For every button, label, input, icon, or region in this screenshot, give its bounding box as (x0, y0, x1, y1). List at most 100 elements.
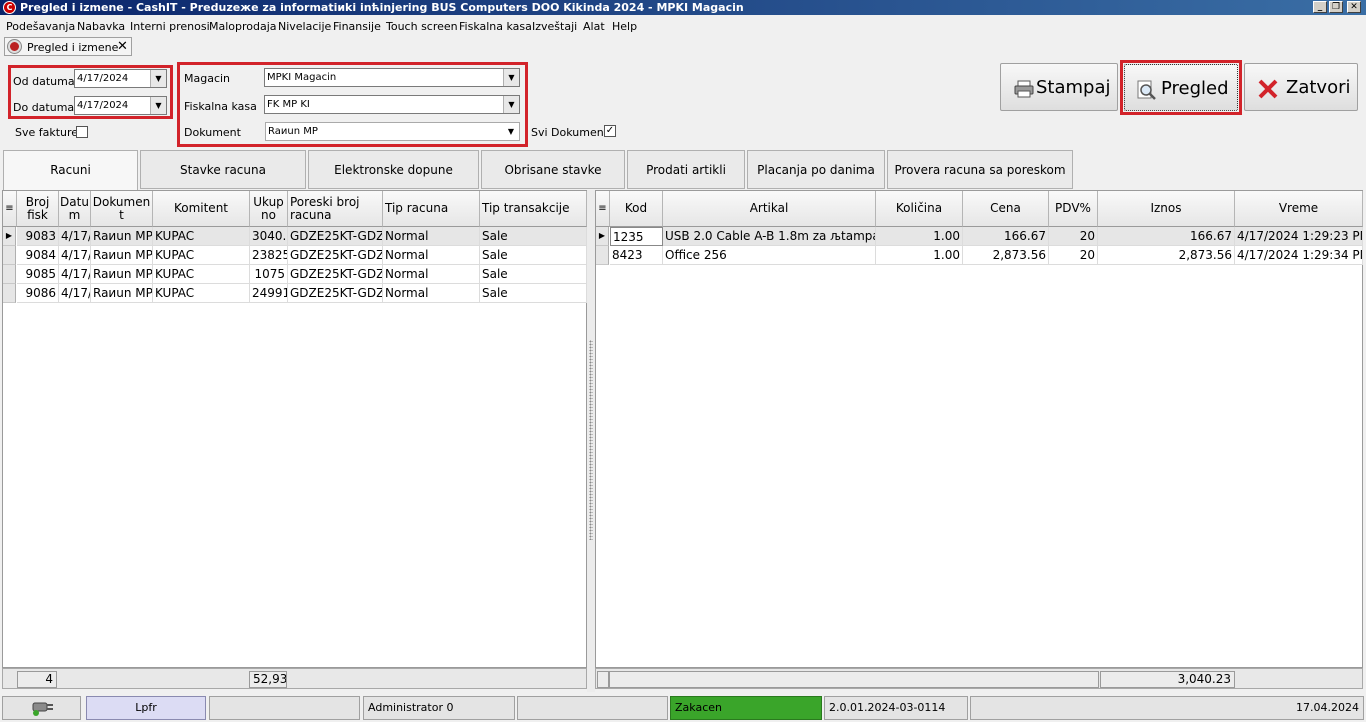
window-title: Pregled i izmene - CashIT - Preduzeжe za… (20, 1, 744, 14)
window-titlebar: C Pregled i izmene - CashIT - Preduzeжe … (0, 0, 1366, 15)
chevron-down-icon[interactable]: ▼ (503, 96, 519, 113)
cell-kod[interactable]: 1235 (610, 227, 663, 246)
menu-interni-prenosi[interactable]: Interni prenosi (130, 20, 210, 33)
grid-menu-icon[interactable]: ≡ (596, 191, 610, 227)
chevron-down-icon[interactable]: ▼ (150, 97, 166, 114)
col-header-broj-fisk[interactable]: Broj fisk (17, 191, 59, 227)
racuni-grid[interactable]: ≡ Broj fisk Datu m Dokumen t Komitent Uk… (2, 190, 587, 668)
cell-tip-transakcije: Sale (480, 246, 587, 265)
col-header-ukupno[interactable]: Ukup no (250, 191, 288, 227)
restore-button[interactable]: ❐ (1329, 1, 1343, 13)
close-window-button[interactable]: ✕ (1347, 1, 1361, 13)
close-tab-icon[interactable]: ✕ (117, 39, 128, 54)
col-header-poreski-broj[interactable]: Poreski broj racuna (288, 191, 383, 227)
cell-vreme: 4/17/2024 1:29:23 PM (1235, 227, 1363, 246)
row-selector[interactable] (3, 284, 16, 303)
tab-racuni[interactable]: Racuni (3, 150, 138, 190)
svi-dokumenti-label: Svi Dokumenti (531, 126, 612, 139)
pregled-button[interactable]: Pregled (1124, 64, 1238, 111)
table-row[interactable]: 9085 4/17/2024 Raиun MP KUPAC 1075 GDZE2… (17, 265, 587, 284)
svi-dokumenti-checkbox[interactable]: ✓ (604, 125, 616, 137)
cell-tip-transakcije: Sale (480, 284, 587, 303)
col-header-tip-racuna[interactable]: Tip racuna (383, 191, 480, 227)
row-selector[interactable] (596, 246, 609, 265)
cell-tip-transakcije: Sale (480, 265, 587, 284)
sve-fakture-checkbox[interactable] (76, 126, 88, 138)
zatvori-button[interactable]: Zatvori (1244, 63, 1358, 111)
cell-ukupno: 23825 (250, 246, 288, 265)
printer-icon (1014, 80, 1034, 98)
menu-nabavka[interactable]: Nabavka (77, 20, 125, 33)
lpfr-button[interactable]: Lpfr (86, 696, 206, 720)
col-header-vreme[interactable]: Vreme (1235, 191, 1363, 227)
table-row[interactable]: 1235 USB 2.0 Cable A-B 1.8m za љtampaиe … (610, 227, 1363, 246)
chevron-down-icon[interactable]: ▼ (503, 123, 519, 140)
col-header-kod[interactable]: Kod (610, 191, 663, 227)
menu-maloprodaja[interactable]: Maloprodaja (209, 20, 277, 33)
od-datuma-label: Od datuma (13, 75, 75, 88)
menu-finansije[interactable]: Finansije (333, 20, 381, 33)
col-header-kolicina[interactable]: Količina (876, 191, 963, 227)
menu-fiskalna-kasa[interactable]: Fiskalna kasa (459, 20, 532, 33)
tab-placanja-po-danima[interactable]: Placanja po danima (747, 150, 885, 189)
col-header-dokument[interactable]: Dokumen t (91, 191, 153, 227)
menu-alat[interactable]: Alat (583, 20, 605, 33)
dokument-value: Raиun MP (268, 126, 318, 137)
col-header-artikal[interactable]: Artikal (663, 191, 876, 227)
table-row[interactable]: 9084 4/17/2024 Raиun MP KUPAC 23825 GDZE… (17, 246, 587, 265)
chevron-down-icon[interactable]: ▼ (503, 69, 519, 86)
cell-tip-racuna: Normal (383, 284, 480, 303)
menu-nivelacije[interactable]: Nivelacije (278, 20, 331, 33)
minimize-button[interactable]: _ (1313, 1, 1327, 13)
col-header-tip-transakcije[interactable]: Tip transakcije (480, 191, 587, 227)
grid-menu-icon[interactable]: ≡ (3, 191, 17, 227)
col-header-komitent[interactable]: Komitent (153, 191, 250, 227)
cell-pdv: 20 (1049, 227, 1098, 246)
status-connection[interactable] (2, 696, 81, 720)
chevron-down-icon[interactable]: ▼ (150, 70, 166, 87)
col-header-datum[interactable]: Datu m (59, 191, 91, 227)
menu-izvestaji[interactable]: Izveštaji (532, 20, 577, 33)
tab-provera-racuna[interactable]: Provera racuna sa poreskom (887, 150, 1073, 189)
cell-komitent: KUPAC (153, 265, 250, 284)
tab-stavke-racuna[interactable]: Stavke racuna (140, 150, 306, 189)
stavke-grid[interactable]: ≡ Kod Artikal Količina Cena PDV% Iznos V… (595, 190, 1363, 668)
dokument-select[interactable]: Raиun MP ▼ (265, 122, 520, 141)
col-header-pdv[interactable]: PDV% (1049, 191, 1098, 227)
od-datuma-picker[interactable]: 4/17/2024 ▼ (74, 69, 167, 88)
row-pointer-icon[interactable]: ▶ (596, 227, 609, 246)
row-selector[interactable] (3, 246, 16, 265)
cell-komitent: KUPAC (153, 227, 250, 246)
tab-prodati-artikli[interactable]: Prodati artikli (627, 150, 745, 189)
col-header-cena[interactable]: Cena (963, 191, 1049, 227)
table-row[interactable]: 9083 4/17/2024 Raиun MP KUPAC 3040.23 GD… (17, 227, 587, 246)
table-row[interactable]: 8423 Office 256 1.00 2,873.56 20 2,873.5… (610, 246, 1363, 265)
cell-poreski-broj: GDZE25KT-GDZE25KT- (288, 227, 383, 246)
stampaj-button[interactable]: Stampaj (1000, 63, 1118, 111)
tab-elektronske-dopune[interactable]: Elektronske dopune (308, 150, 479, 189)
tab-obrisane-stavke[interactable]: Obrisane stavke (481, 150, 625, 189)
fiskalna-kasa-label: Fiskalna kasa (184, 100, 257, 113)
do-datuma-picker[interactable]: 4/17/2024 ▼ (74, 96, 167, 115)
table-row[interactable]: 9086 4/17/2024 Raиun MP KUPAC 24991 GDZE… (17, 284, 587, 303)
cell-dokument: Raиun MP (91, 284, 153, 303)
cell-artikal: Office 256 (663, 246, 876, 265)
cell-pdv: 20 (1049, 246, 1098, 265)
cell-datum: 4/17/2024 (59, 284, 91, 303)
row-selector[interactable] (3, 265, 16, 284)
row-pointer-icon[interactable]: ▶ (3, 227, 16, 246)
document-tab[interactable]: Pregled i izmene ✕ (4, 37, 132, 56)
menu-podesavanja[interactable]: Podešavanja (6, 20, 75, 33)
pregled-label: Pregled (1161, 78, 1229, 99)
grid-splitter[interactable] (587, 190, 595, 692)
zatvori-label: Zatvori (1286, 77, 1351, 98)
fiskalna-kasa-select[interactable]: FK MP KI ▼ (264, 95, 520, 114)
status-empty (209, 696, 360, 720)
cell-ukupno: 3040.23 (250, 227, 288, 246)
menu-touch-screen[interactable]: Touch screen (386, 20, 458, 33)
cell-komitent: KUPAC (153, 246, 250, 265)
magacin-select[interactable]: MPKI Magacin ▼ (264, 68, 520, 87)
col-header-iznos[interactable]: Iznos (1098, 191, 1235, 227)
footer-total-ukupno: 52,931.23 (249, 671, 287, 688)
menu-help[interactable]: Help (612, 20, 637, 33)
